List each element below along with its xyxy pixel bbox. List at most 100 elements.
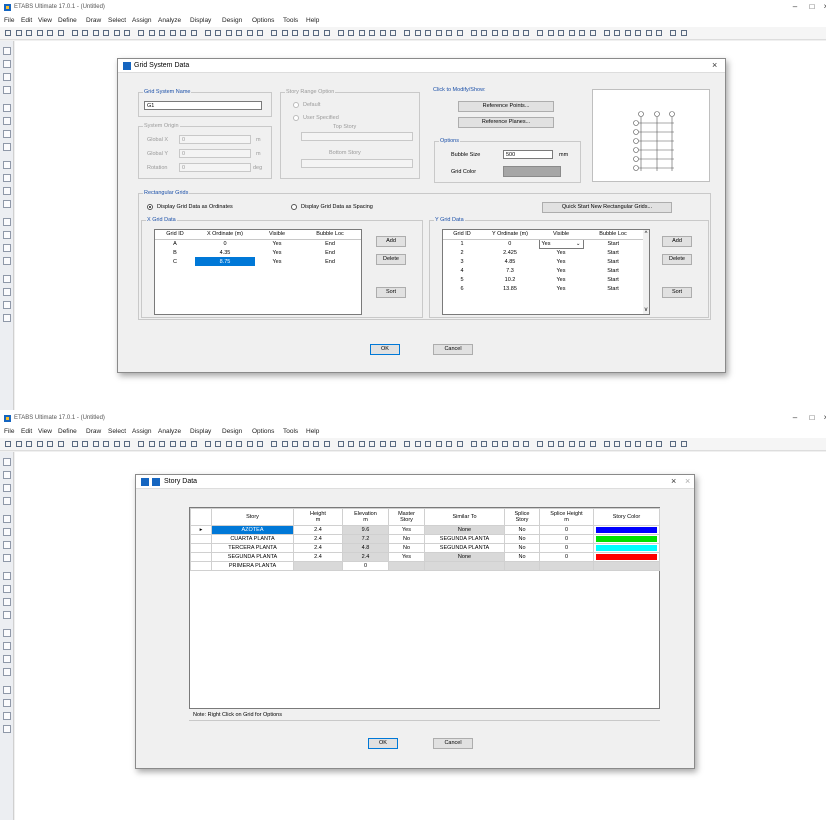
toolbar-button-icon[interactable]: [403, 440, 411, 449]
menu-file[interactable]: File: [4, 428, 14, 435]
toolbar-button-icon[interactable]: [92, 440, 100, 449]
toolbar-button-icon[interactable]: [179, 440, 187, 449]
story-color-swatch[interactable]: [596, 554, 657, 560]
cell-splice-height[interactable]: 0: [539, 543, 594, 553]
toolbar-button-icon[interactable]: [491, 29, 499, 38]
toolbar-button-icon[interactable]: [323, 29, 331, 38]
draw-tool-icon[interactable]: [3, 458, 11, 466]
toolbar-button-icon[interactable]: [123, 440, 131, 449]
row-selector[interactable]: [190, 543, 212, 553]
dialog-close-icon[interactable]: ×: [712, 60, 717, 70]
toolbar-button-icon[interactable]: [71, 29, 79, 38]
toolbar-button-icon[interactable]: [81, 440, 89, 449]
menu-view[interactable]: View: [38, 17, 52, 24]
toolbar-button-icon[interactable]: [337, 29, 345, 38]
cell-splice[interactable]: No: [504, 543, 540, 553]
draw-tool-icon[interactable]: [3, 725, 11, 733]
toolbar-button-icon[interactable]: [435, 29, 443, 38]
cell-height[interactable]: 2.4: [293, 543, 343, 553]
toolbar-button-icon[interactable]: [669, 29, 677, 38]
draw-tool-icon[interactable]: [3, 187, 11, 195]
col-elevation[interactable]: Elevation m: [342, 508, 389, 526]
y-cell-bubble-loc[interactable]: Start: [583, 266, 643, 275]
toolbar-button-icon[interactable]: [470, 29, 478, 38]
cell-story-color[interactable]: [593, 534, 660, 544]
toolbar-button-icon[interactable]: [312, 440, 320, 449]
toolbar-button-icon[interactable]: [190, 440, 198, 449]
cell-story-selected[interactable]: AZOTEA: [211, 525, 294, 535]
toolbar-button-icon[interactable]: [148, 440, 156, 449]
draw-tool-icon[interactable]: [3, 174, 11, 182]
table-row[interactable]: TERCERA PLANTA 2.4 4.8 No SEGUNDA PLANTA…: [190, 543, 660, 553]
draw-tool-icon[interactable]: [3, 244, 11, 252]
toolbar-button-icon[interactable]: [424, 440, 432, 449]
menu-draw[interactable]: Draw: [86, 17, 101, 24]
toolbar-button-icon[interactable]: [57, 440, 65, 449]
draw-tool-icon[interactable]: [3, 200, 11, 208]
draw-tool-icon[interactable]: [3, 642, 11, 650]
toolbar-button-icon[interactable]: [347, 440, 355, 449]
draw-tool-icon[interactable]: [3, 471, 11, 479]
y-add-button[interactable]: Add: [662, 236, 692, 247]
y-cell-ordinate[interactable]: 13.85: [481, 284, 539, 293]
draw-tool-icon[interactable]: [3, 712, 11, 720]
draw-tool-icon[interactable]: [3, 73, 11, 81]
dialog-close-icon-ghost[interactable]: ×: [685, 476, 690, 486]
story-color-swatch[interactable]: [596, 527, 657, 533]
y-delete-button[interactable]: Delete: [662, 254, 692, 265]
toolbar-button-icon[interactable]: [568, 29, 576, 38]
toolbar-button-icon[interactable]: [190, 29, 198, 38]
cell-master[interactable]: No: [388, 534, 425, 544]
story-cancel-button[interactable]: Cancel: [433, 738, 473, 749]
toolbar-button-icon[interactable]: [589, 29, 597, 38]
draw-tool-icon[interactable]: [3, 117, 11, 125]
toolbar-button-icon[interactable]: [113, 29, 121, 38]
menu-view[interactable]: View: [38, 428, 52, 435]
y-sort-button[interactable]: Sort: [662, 287, 692, 298]
cell-similar[interactable]: None: [424, 525, 505, 535]
draw-tool-icon[interactable]: [3, 515, 11, 523]
cell-story[interactable]: PRIMERA PLANTA: [211, 561, 294, 571]
grid-system-name-input[interactable]: G1: [144, 101, 262, 110]
toolbar-button-icon[interactable]: [358, 29, 366, 38]
x-delete-button[interactable]: Delete: [376, 254, 406, 265]
cell-master[interactable]: Yes: [388, 552, 425, 562]
y-cell-bubble-loc[interactable]: Start: [583, 248, 643, 257]
toolbar-button-icon[interactable]: [536, 440, 544, 449]
toolbar-button-icon[interactable]: [435, 440, 443, 449]
maximize-icon[interactable]: □: [805, 2, 819, 11]
menu-select[interactable]: Select: [108, 17, 126, 24]
draw-tool-icon[interactable]: [3, 668, 11, 676]
toolbar-button-icon[interactable]: [36, 440, 44, 449]
menu-help[interactable]: Help: [306, 428, 319, 435]
toolbar-button-icon[interactable]: [323, 440, 331, 449]
cell-height[interactable]: 2.4: [293, 552, 343, 562]
grid-cancel-button[interactable]: Cancel: [433, 344, 473, 355]
toolbar-button-icon[interactable]: [158, 440, 166, 449]
toolbar-button-icon[interactable]: [634, 440, 642, 449]
col-splice-height[interactable]: Splice Height m: [539, 508, 594, 526]
toolbar-button-icon[interactable]: [302, 29, 310, 38]
toolbar-button-icon[interactable]: [246, 29, 254, 38]
cell-similar[interactable]: SEGUNDA PLANTA: [424, 534, 505, 544]
toolbar-button-icon[interactable]: [655, 29, 663, 38]
y-cell-ordinate[interactable]: 10.2: [481, 275, 539, 284]
close-icon[interactable]: ×: [819, 2, 826, 11]
toolbar-button-icon[interactable]: [547, 440, 555, 449]
menu-file[interactable]: File: [4, 17, 14, 24]
draw-tool-icon[interactable]: [3, 275, 11, 283]
y-cell-bubble-loc[interactable]: Start: [583, 275, 643, 284]
toolbar-button-icon[interactable]: [15, 440, 23, 449]
col-height[interactable]: Height m: [293, 508, 343, 526]
draw-tool-icon[interactable]: [3, 629, 11, 637]
draw-tool-icon[interactable]: [3, 528, 11, 536]
draw-tool-icon[interactable]: [3, 554, 11, 562]
draw-tool-icon[interactable]: [3, 686, 11, 694]
cell-splice[interactable]: No: [504, 552, 540, 562]
toolbar-button-icon[interactable]: [291, 29, 299, 38]
toolbar-button-icon[interactable]: [15, 29, 23, 38]
table-row[interactable]: 3 4.85 Yes Start: [443, 257, 643, 266]
display-ordinates-radio[interactable]: [147, 204, 153, 210]
x-col-ordinate[interactable]: X Ordinate (m): [195, 230, 255, 240]
toolbar-button-icon[interactable]: [179, 29, 187, 38]
